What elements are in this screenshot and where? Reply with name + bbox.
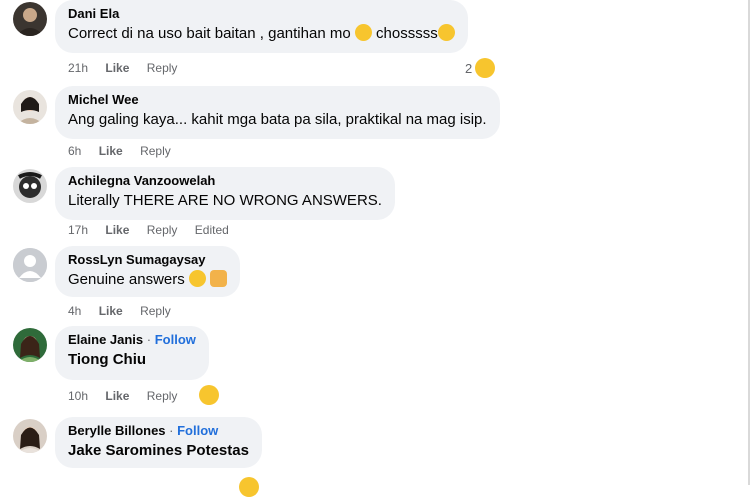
laughing-emoji-icon [437,24,455,41]
reply-button[interactable]: Reply [147,223,178,237]
comment-bubble: Achilegna Vanzoowelah Literally THERE AR… [55,167,395,220]
comment-text-tail: chosssss [371,25,438,42]
comment-bubble: Berylle Billones · Follow Jake Saromines… [55,417,262,468]
avatar[interactable] [13,328,47,362]
timestamp[interactable]: 10h [68,389,88,403]
like-button[interactable]: Like [105,389,129,403]
author-name-text[interactable]: Berylle Billones [68,423,166,438]
comment-text: Genuine answers [68,270,228,290]
comment-bubble: RossLyn Sumagaysay Genuine answers [55,246,241,297]
comment-actions: 4h Like Reply [68,304,185,318]
comment-bubble: Michel Wee Ang galing kaya... kahit mga … [55,86,500,139]
comment-text-main: Correct di na uso bait baitan , gantihan… [68,25,351,42]
avatar[interactable] [13,2,47,36]
comment-text: Tiong Chiu [68,351,147,368]
like-button[interactable]: Like [99,144,123,158]
grin-reaction-icon[interactable] [475,58,495,78]
sign-of-the-horns-icon [210,270,228,287]
reply-button[interactable]: Reply [140,144,171,158]
comment-bubble: Dani Ela Correct di na uso bait baitan ,… [55,0,468,53]
edited-label: Edited [194,223,229,237]
comment-actions: 6h Like Reply [68,144,185,158]
grin-reaction-icon[interactable] [239,477,259,497]
timestamp[interactable]: 21h [68,61,88,75]
grin-reaction-icon[interactable] [199,385,219,405]
timestamp[interactable]: 17h [68,223,88,237]
reaction-count[interactable]: 2 [465,61,472,76]
comment-text-main: Genuine answers [68,271,185,288]
author-name-text[interactable]: Elaine Janis [68,332,143,347]
avatar[interactable] [13,419,47,453]
like-button[interactable]: Like [99,304,123,318]
comment-actions: 10h Like Reply [68,389,191,403]
like-button[interactable]: Like [105,61,129,75]
like-button[interactable]: Like [105,223,129,237]
comment-actions: 21h Like Reply [68,61,191,75]
avatar[interactable] [13,169,47,203]
author-name[interactable]: Michel Wee [68,92,487,108]
timestamp[interactable]: 6h [68,144,81,158]
laughing-emoji-icon [354,24,372,41]
follow-button[interactable]: Follow [155,332,196,347]
author-name: Berylle Billones · Follow [68,423,219,438]
author-name: Elaine Janis · Follow [68,332,196,347]
avatar[interactable] [13,248,47,282]
comment-text: Jake Saromines Potestas [68,442,249,459]
comment-text: Correct di na uso bait baitan , gantihan… [68,24,455,44]
laughing-emoji-icon [188,270,206,287]
comment-actions: 17h Like Reply Edited [68,223,243,237]
comment-text: Literally THERE ARE NO WRONG ANSWERS. [68,192,382,209]
comment-bubble: Elaine Janis · Follow Tiong Chiu [55,326,209,380]
follow-button[interactable]: Follow [177,423,218,438]
reply-button[interactable]: Reply [147,389,178,403]
timestamp[interactable]: 4h [68,304,81,318]
author-name[interactable]: Achilegna Vanzoowelah [68,173,382,189]
comment-text: Ang galing kaya... kahit mga bata pa sil… [68,111,487,128]
author-name[interactable]: RossLyn Sumagaysay [68,252,227,268]
reply-button[interactable]: Reply [140,304,171,318]
reply-button[interactable]: Reply [147,61,178,75]
author-name[interactable]: Dani Ela [68,6,455,22]
avatar[interactable] [13,90,47,124]
